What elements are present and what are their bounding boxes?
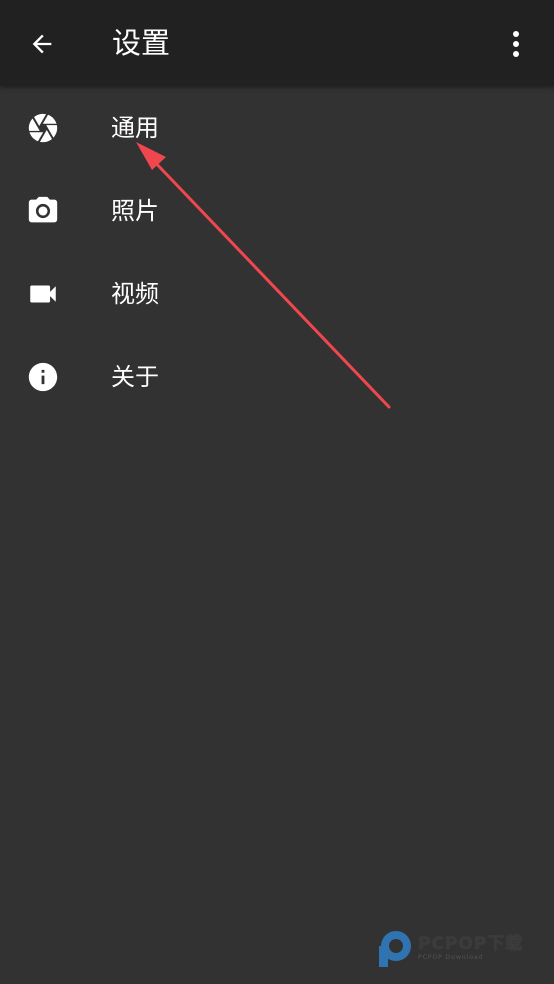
- camera-icon: [25, 193, 61, 229]
- info-icon: [25, 359, 61, 395]
- page-title: 设置: [112, 26, 171, 60]
- settings-item-label: 视频: [111, 280, 159, 308]
- settings-item-photo[interactable]: 照片: [0, 169, 554, 252]
- pcpop-logo-icon: [379, 931, 411, 967]
- arrow-left-icon: [32, 34, 52, 54]
- aperture-icon: [25, 110, 61, 146]
- watermark-text: PCPOP下载: [418, 934, 524, 954]
- more-vertical-icon: [513, 31, 519, 57]
- watermark: PCPOP下载 PCPOP Download: [376, 928, 523, 968]
- app-bar: 设置: [0, 0, 554, 86]
- overflow-menu-button[interactable]: [496, 22, 536, 66]
- settings-item-label: 照片: [111, 197, 159, 225]
- settings-list: 通用 照片 视频 关于: [0, 86, 554, 418]
- settings-item-label: 关于: [111, 363, 159, 391]
- back-button[interactable]: [20, 22, 64, 66]
- settings-item-general[interactable]: 通用: [0, 86, 554, 169]
- settings-item-video[interactable]: 视频: [0, 252, 554, 335]
- settings-item-label: 通用: [111, 114, 159, 142]
- settings-item-about[interactable]: 关于: [0, 335, 554, 418]
- watermark-subtext: PCPOP Download: [418, 954, 484, 961]
- videocam-icon: [25, 276, 61, 312]
- settings-screen: 设置 通用 照片 视频 关于 PCPOP下载 PCPOP Download: [0, 0, 554, 984]
